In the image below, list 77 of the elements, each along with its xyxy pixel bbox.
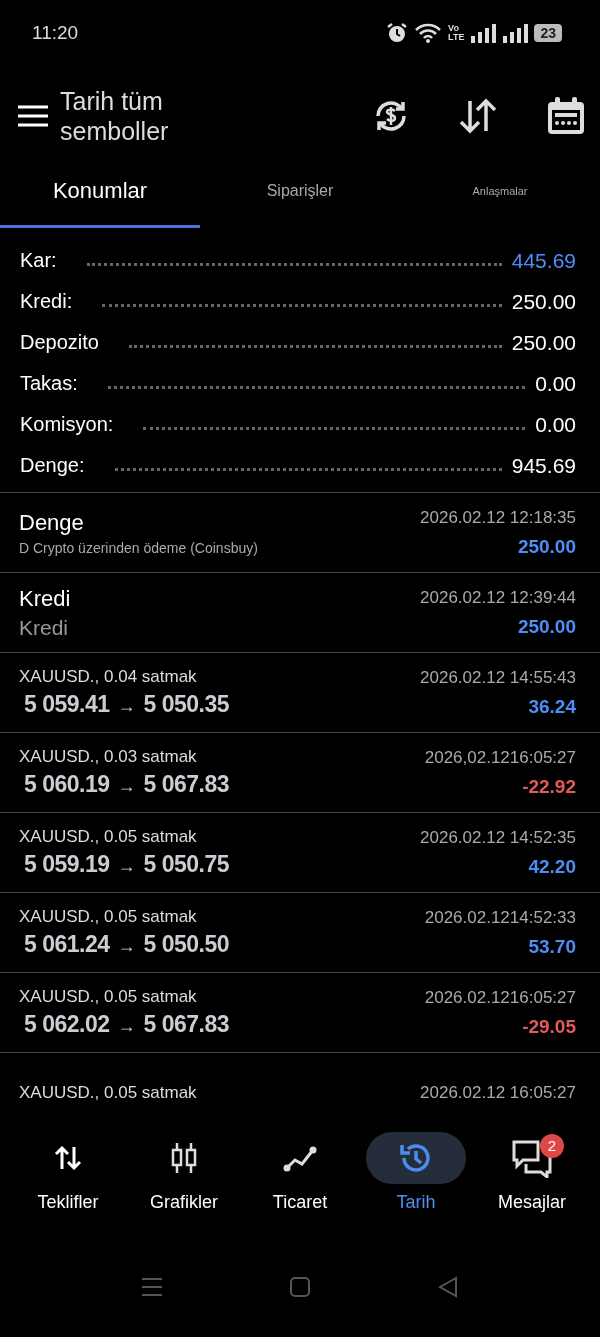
signal-icon bbox=[502, 23, 529, 43]
alarm-icon bbox=[386, 22, 409, 44]
arrow-symbol: → bbox=[117, 856, 136, 877]
candlestick-icon bbox=[169, 1141, 199, 1174]
summary-label: Takas: bbox=[20, 372, 78, 395]
tab[interactable]: Anlaşmalar bbox=[400, 166, 600, 228]
open-price: 5 060.19 bbox=[24, 771, 110, 798]
summary-label: Komisyon: bbox=[20, 413, 114, 436]
summary-value: 0.00 bbox=[535, 371, 576, 396]
open-price: 5 061.24 bbox=[24, 931, 110, 958]
entry-amount: -29.05 bbox=[522, 1015, 576, 1038]
home-icon[interactable] bbox=[289, 1275, 311, 1298]
entry-amount: 250.00 bbox=[517, 535, 576, 558]
tab[interactable]: Konumlar bbox=[0, 166, 200, 228]
entry-time: 2026.02.12 12:18:35 bbox=[420, 507, 576, 528]
entry-title: Denge bbox=[19, 509, 85, 536]
signal-icon bbox=[470, 23, 497, 43]
trade-title: XAUUSD., 0.04 satmak bbox=[19, 667, 198, 687]
entry-amount: 53.70 bbox=[528, 935, 576, 958]
page-title: Tarih tüm semboller bbox=[60, 86, 170, 146]
unread-badge: 2 bbox=[540, 1133, 564, 1158]
nav-item[interactable]: Tarih bbox=[358, 1131, 474, 1213]
close-price: 5 067.83 bbox=[143, 771, 230, 798]
arrow-symbol: → bbox=[117, 1016, 136, 1037]
back-icon[interactable] bbox=[437, 1275, 459, 1298]
arrow-symbol: → bbox=[117, 696, 136, 717]
summary-value: 945.69 bbox=[511, 453, 576, 478]
summary-value: 250.00 bbox=[511, 330, 576, 355]
entry-title: Kredi bbox=[19, 585, 71, 612]
calendar-icon[interactable] bbox=[546, 96, 586, 136]
entry-time: 2026.02.1216:05:27 bbox=[424, 987, 576, 1008]
entry-amount: 250.00 bbox=[517, 615, 576, 638]
entry-time: 2026.02.12 14:55:43 bbox=[420, 667, 576, 688]
entry-time: 2026.02.1214:52:33 bbox=[424, 907, 576, 928]
nav-item[interactable]: 2 Mesajlar bbox=[474, 1131, 590, 1213]
nav-item[interactable]: Teklifler bbox=[10, 1131, 126, 1213]
up-down-arrows-icon bbox=[53, 1143, 83, 1172]
entry-time: 2026,02.1216:05:27 bbox=[424, 747, 576, 768]
open-price: 5 059.19 bbox=[24, 851, 110, 878]
entry-time: 2026.02.12 16:05:27 bbox=[420, 1082, 576, 1103]
network-label: Vo LTE bbox=[448, 24, 465, 42]
summary-value: 0.00 bbox=[535, 412, 576, 437]
entry-time: 2026.02.12 12:39:44 bbox=[420, 587, 576, 608]
battery-level: 23 bbox=[534, 24, 562, 42]
sort-icon[interactable] bbox=[458, 98, 498, 134]
entry-comment: Kredi bbox=[19, 615, 70, 640]
arrow-symbol: → bbox=[117, 776, 136, 797]
summary-value: 445.69 bbox=[511, 248, 576, 273]
summary-label: Kar: bbox=[20, 249, 57, 272]
trade-title: XAUUSD., 0.05 satmak bbox=[19, 907, 198, 927]
entry-amount: 42.20 bbox=[528, 855, 576, 878]
trade-title: XAUUSD., 0.05 satmak bbox=[19, 1082, 197, 1103]
tab[interactable]: Siparişler bbox=[200, 166, 400, 228]
status-time: 11:20 bbox=[32, 22, 79, 44]
close-price: 5 050.50 bbox=[143, 931, 230, 958]
nav-item[interactable]: Ticaret bbox=[242, 1131, 358, 1213]
close-price: 5 050.35 bbox=[143, 691, 230, 718]
open-price: 5 062.02 bbox=[24, 1011, 110, 1038]
trade-title: XAUUSD., 0.05 satmak bbox=[19, 987, 198, 1007]
nav-item[interactable]: Grafikler bbox=[126, 1131, 242, 1213]
wifi-icon bbox=[414, 23, 443, 43]
entry-amount: 36.24 bbox=[528, 695, 576, 718]
summary-label: Depozito bbox=[20, 331, 99, 354]
summary-label: Kredi: bbox=[20, 290, 73, 313]
entry-time: 2026.02.12 14:52:35 bbox=[420, 827, 576, 848]
entry-amount: -22.92 bbox=[522, 775, 576, 798]
close-price: 5 050.75 bbox=[143, 851, 230, 878]
entry-comment: D Crypto üzerinden ödeme (Coinsbuy) bbox=[19, 539, 258, 556]
menu-icon[interactable] bbox=[18, 105, 48, 127]
open-price: 5 059.41 bbox=[24, 691, 110, 718]
close-price: 5 067.83 bbox=[143, 1011, 230, 1038]
trade-title: XAUUSD., 0.05 satmak bbox=[19, 827, 198, 847]
summary-value: 250.00 bbox=[511, 289, 576, 314]
recent-apps-icon[interactable] bbox=[141, 1276, 163, 1297]
trade-title: XAUUSD., 0.03 satmak bbox=[19, 747, 198, 767]
summary-label: Denge: bbox=[20, 454, 85, 477]
arrow-symbol: → bbox=[117, 936, 136, 957]
